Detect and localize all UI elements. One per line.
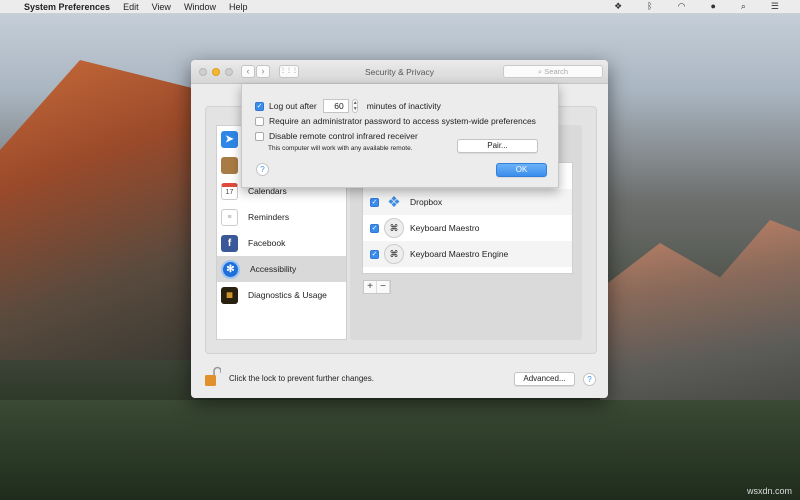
- menu-view[interactable]: View: [152, 2, 171, 12]
- list-item-keyboard-maestro-engine: ✓ ⌘ Keyboard Maestro Engine: [363, 241, 572, 267]
- admin-row: Require an administrator password to acc…: [255, 116, 536, 126]
- logout-row: ✓ Log out after 60 ▲ ▼ minutes of inactiv…: [255, 99, 441, 113]
- remove-app-button[interactable]: −: [377, 281, 390, 293]
- sidebar-item-reminders[interactable]: ≡ Reminders: [217, 204, 346, 230]
- sidebar-item-label: Facebook: [248, 238, 286, 248]
- sidebar-item-facebook[interactable]: f Facebook: [217, 230, 346, 256]
- sidebar-item-label: Reminders: [248, 212, 290, 222]
- dropbox-icon[interactable]: ❖: [614, 1, 622, 12]
- accessibility-icon: ✻: [221, 259, 240, 279]
- logout-suffix: minutes of inactivity: [366, 101, 441, 111]
- sheet-help-button[interactable]: ?: [256, 163, 269, 176]
- help-button[interactable]: ?: [583, 373, 596, 386]
- diagnostics-icon: ▦: [221, 286, 238, 304]
- list-controls: + −: [363, 280, 391, 294]
- facebook-icon: f: [221, 234, 238, 252]
- wallpaper-forest: [0, 400, 800, 500]
- logout-minutes-input[interactable]: 60: [322, 99, 349, 113]
- ir-receiver-checkbox[interactable]: [255, 131, 264, 141]
- wifi-icon[interactable]: ◠: [678, 1, 686, 12]
- sidebar-item-diagnostics[interactable]: ▦ Diagnostics & Usage: [217, 282, 346, 308]
- location-icon: ➤: [221, 130, 238, 148]
- security-privacy-window: ‹ › ⋮⋮⋮ Security & Privacy ⌕ Search ➤ 17…: [191, 60, 608, 398]
- notification-icon[interactable]: ☰: [771, 1, 779, 12]
- add-app-button[interactable]: +: [364, 281, 377, 293]
- menu-app-name[interactable]: System Preferences: [24, 2, 110, 12]
- search-input[interactable]: ⌕ Search: [503, 65, 603, 78]
- ir-receiver-label: Disable remote control infrared receiver: [269, 131, 418, 141]
- bluetooth-icon[interactable]: ᛒ: [647, 1, 652, 12]
- pair-button[interactable]: Pair...: [457, 139, 538, 153]
- reminders-icon: ≡: [221, 208, 238, 226]
- app-checkbox[interactable]: ✓: [370, 249, 379, 259]
- advanced-button[interactable]: Advanced...: [514, 372, 575, 386]
- ok-button[interactable]: OK: [496, 163, 547, 177]
- wallpaper-mountain-left: [0, 60, 200, 360]
- lock-icon[interactable]: [205, 366, 221, 386]
- title-bar: ‹ › ⋮⋮⋮ Security & Privacy ⌕ Search: [191, 60, 608, 84]
- ir-note: This computer will work with any availab…: [268, 145, 413, 152]
- logout-minutes-stepper[interactable]: ▲ ▼: [351, 99, 358, 113]
- list-item-keyboard-maestro: ✓ ⌘ Keyboard Maestro: [363, 215, 572, 241]
- menu-window[interactable]: Window: [184, 2, 216, 12]
- keyboard-maestro-engine-icon: ⌘: [384, 244, 404, 264]
- menu-help[interactable]: Help: [229, 2, 248, 12]
- sidebar-item-accessibility[interactable]: ✻ Accessibility: [217, 256, 346, 282]
- admin-password-label: Require an administrator password to acc…: [269, 116, 536, 126]
- logout-label: Log out after: [269, 101, 317, 111]
- list-item-dropbox: ✓ ❖ Dropbox: [363, 189, 572, 215]
- sidebar-item-label: Diagnostics & Usage: [248, 290, 327, 300]
- app-checkbox[interactable]: ✓: [370, 223, 379, 233]
- app-name: Dropbox: [410, 197, 443, 207]
- ir-row: Disable remote control infrared receiver: [255, 131, 418, 141]
- calendar-icon: 17: [221, 182, 238, 200]
- contacts-icon: [221, 156, 238, 174]
- lock-message: Click the lock to prevent further change…: [229, 374, 374, 383]
- watermark: wsxdn.com: [746, 486, 792, 496]
- search-placeholder: Search: [544, 67, 569, 76]
- admin-password-checkbox[interactable]: [255, 116, 264, 126]
- menu-bar: System Preferences Edit View Window Help…: [0, 0, 800, 14]
- sidebar-item-label: Accessibility: [250, 264, 297, 274]
- dropbox-app-icon: ❖: [387, 194, 401, 211]
- logout-checkbox[interactable]: ✓: [255, 101, 264, 111]
- spotlight-icon[interactable]: ⌕: [741, 1, 746, 12]
- app-name: Keyboard Maestro: [410, 223, 480, 233]
- app-name: Keyboard Maestro Engine: [410, 249, 509, 259]
- advanced-sheet: ✓ Log out after 60 ▲ ▼ minutes of inactiv…: [241, 84, 559, 188]
- menu-edit[interactable]: Edit: [123, 2, 139, 12]
- user-icon[interactable]: ●: [710, 1, 715, 12]
- keyboard-maestro-icon: ⌘: [384, 218, 404, 238]
- app-checkbox[interactable]: ✓: [370, 197, 379, 207]
